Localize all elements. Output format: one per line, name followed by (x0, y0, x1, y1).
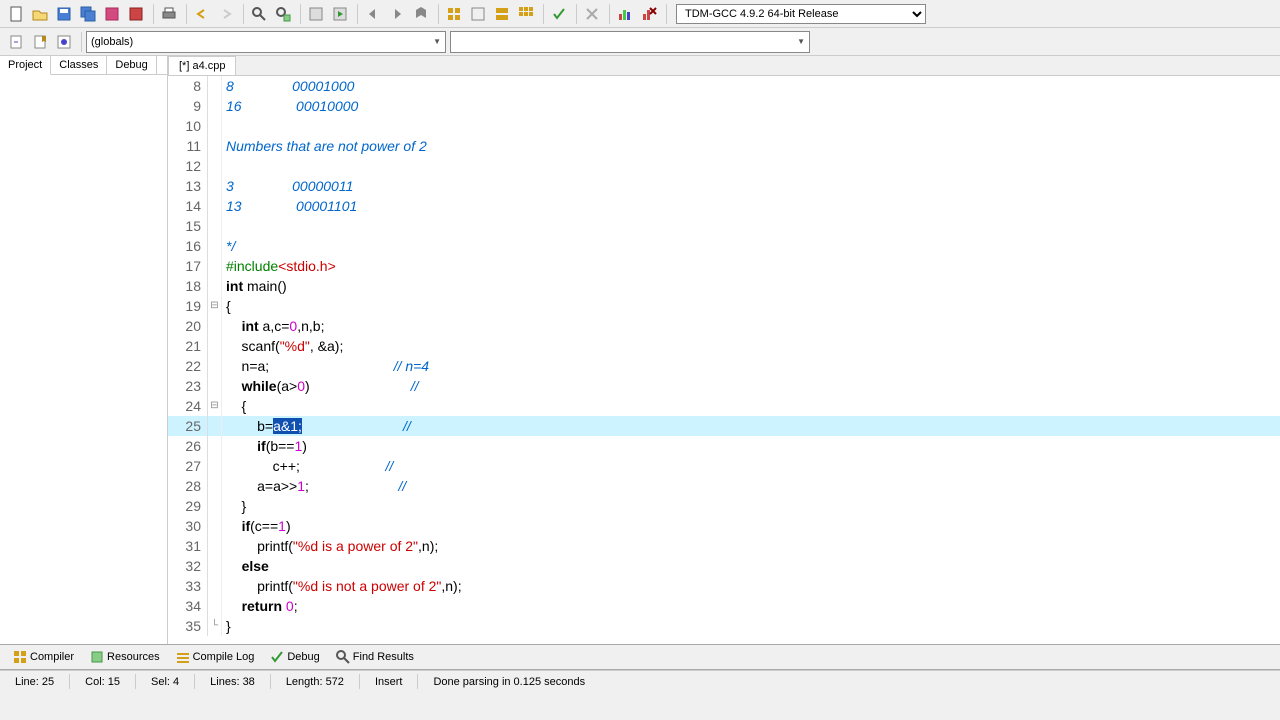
find-icon[interactable] (248, 3, 270, 25)
code-line[interactable]: 18int main() (168, 276, 1280, 296)
code-line[interactable]: 12 (168, 156, 1280, 176)
open-icon[interactable] (29, 3, 51, 25)
status-col: Col: 15 (70, 674, 136, 689)
debug2-icon[interactable] (53, 31, 75, 53)
code-line[interactable]: 27 c++; // (168, 456, 1280, 476)
chart-icon[interactable] (614, 3, 636, 25)
bottom-tabs: Compiler Resources Compile Log Debug Fin… (0, 644, 1280, 670)
goto-icon[interactable] (5, 31, 27, 53)
code-line[interactable]: 33 printf("%d is not a power of 2",n); (168, 576, 1280, 596)
status-bar: Line: 25 Col: 15 Sel: 4 Lines: 38 Length… (0, 670, 1280, 692)
bottom-tab-compiler[interactable]: Compiler (5, 648, 82, 666)
status-line: Line: 25 (0, 674, 70, 689)
tab-project[interactable]: Project (0, 56, 51, 75)
code-line[interactable]: 10 (168, 116, 1280, 136)
print-icon[interactable] (158, 3, 180, 25)
code-line[interactable]: 133 00000011 (168, 176, 1280, 196)
bottom-tab-debug[interactable]: Debug (262, 648, 327, 666)
bottom-tab-find[interactable]: Find Results (328, 648, 422, 666)
tab-classes[interactable]: Classes (51, 56, 107, 74)
code-line[interactable]: 88 00001000 (168, 76, 1280, 96)
code-line[interactable]: 31 printf("%d is a power of 2",n); (168, 536, 1280, 556)
editor-area: [*] a4.cpp 88 00001000916 000100001011Nu… (168, 56, 1280, 644)
delete-chart-icon[interactable] (638, 3, 660, 25)
bookmark2-icon[interactable] (29, 31, 51, 53)
cancel-icon[interactable] (581, 3, 603, 25)
status-lines: Lines: 38 (195, 674, 271, 689)
redo-icon[interactable] (215, 3, 237, 25)
code-line[interactable]: 30 if(c==1) (168, 516, 1280, 536)
code-line[interactable]: 11Numbers that are not power of 2 (168, 136, 1280, 156)
code-line[interactable]: 21 scanf("%d", &a); (168, 336, 1280, 356)
code-line[interactable]: 23 while(a>0) // (168, 376, 1280, 396)
save-icon[interactable] (53, 3, 75, 25)
grid4-icon[interactable] (515, 3, 537, 25)
code-line[interactable]: 25 b=a&1; // (168, 416, 1280, 436)
status-msg: Done parsing in 0.125 seconds (418, 674, 1280, 689)
file-tab-a4[interactable]: [*] a4.cpp (168, 56, 236, 75)
status-mode: Insert (360, 674, 419, 689)
secondary-toolbar: (globals) ▼ ▼ (0, 28, 1280, 56)
code-line[interactable]: 1413 00001101 (168, 196, 1280, 216)
code-editor[interactable]: 88 00001000916 000100001011Numbers that … (168, 76, 1280, 644)
new-file-icon[interactable] (5, 3, 27, 25)
bookmark-icon[interactable] (410, 3, 432, 25)
chevron-down-icon: ▼ (797, 37, 805, 46)
status-sel: Sel: 4 (136, 674, 195, 689)
replace-icon[interactable] (272, 3, 294, 25)
forward-icon[interactable] (386, 3, 408, 25)
bottom-tab-resources[interactable]: Resources (82, 648, 168, 666)
save-as-icon[interactable] (101, 3, 123, 25)
compile-icon[interactable] (305, 3, 327, 25)
code-line[interactable]: 35└} (168, 616, 1280, 636)
code-line[interactable]: 17#include<stdio.h> (168, 256, 1280, 276)
code-line[interactable]: 34 return 0; (168, 596, 1280, 616)
sidebar-tabs: Project Classes Debug (0, 56, 167, 75)
grid1-icon[interactable] (443, 3, 465, 25)
close-icon[interactable] (125, 3, 147, 25)
code-line[interactable]: 20 int a,c=0,n,b; (168, 316, 1280, 336)
tab-debug[interactable]: Debug (107, 56, 156, 74)
code-line[interactable]: 32 else (168, 556, 1280, 576)
chevron-down-icon: ▼ (433, 37, 441, 46)
check-icon[interactable] (548, 3, 570, 25)
code-line[interactable]: 24⊟ { (168, 396, 1280, 416)
status-length: Length: 572 (271, 674, 360, 689)
file-tabs: [*] a4.cpp (168, 56, 1280, 76)
main-toolbar: TDM-GCC 4.9.2 64-bit Release (0, 0, 1280, 28)
main-area: Project Classes Debug [*] a4.cpp 88 0000… (0, 56, 1280, 644)
code-line[interactable]: 22 n=a; // n=4 (168, 356, 1280, 376)
grid2-icon[interactable] (467, 3, 489, 25)
back-icon[interactable] (362, 3, 384, 25)
save-all-icon[interactable] (77, 3, 99, 25)
code-line[interactable]: 19⊟{ (168, 296, 1280, 316)
run-icon[interactable] (329, 3, 351, 25)
code-line[interactable]: 28 a=a>>1; // (168, 476, 1280, 496)
code-line[interactable]: 29 } (168, 496, 1280, 516)
bottom-tab-compile-log[interactable]: Compile Log (168, 648, 263, 666)
scope-dropdown[interactable]: (globals) ▼ (86, 31, 446, 53)
member-dropdown[interactable]: ▼ (450, 31, 810, 53)
code-line[interactable]: 26 if(b==1) (168, 436, 1280, 456)
code-line[interactable]: 15 (168, 216, 1280, 236)
scope-label: (globals) (91, 36, 133, 48)
undo-icon[interactable] (191, 3, 213, 25)
sidebar: Project Classes Debug (0, 56, 168, 644)
compiler-select[interactable]: TDM-GCC 4.9.2 64-bit Release (676, 4, 926, 24)
grid3-icon[interactable] (491, 3, 513, 25)
code-line[interactable]: 916 00010000 (168, 96, 1280, 116)
code-line[interactable]: 16*/ (168, 236, 1280, 256)
